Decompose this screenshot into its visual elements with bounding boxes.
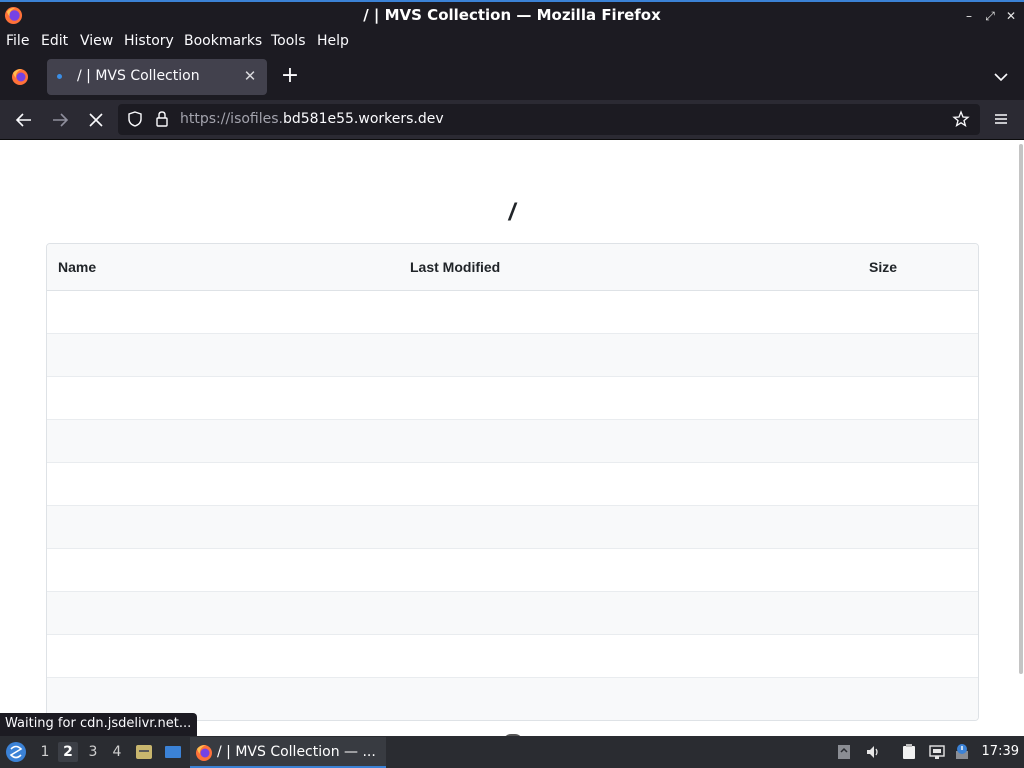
clipboard-tray-icon[interactable] xyxy=(835,743,853,761)
loading-favicon-icon xyxy=(57,74,62,79)
menu-file[interactable]: File xyxy=(6,33,29,49)
status-panel: Waiting for cdn.jsdelivr.net... xyxy=(0,713,198,736)
menu-help[interactable]: Help xyxy=(317,33,349,49)
start-menu-icon[interactable] xyxy=(4,740,28,764)
firefox-view-icon[interactable] xyxy=(10,67,30,87)
tab-strip: / | MVS Collection ✕ + xyxy=(0,54,1024,100)
table-row xyxy=(47,334,978,377)
page-title: / xyxy=(508,199,516,226)
network-icon[interactable] xyxy=(928,743,946,761)
column-header-size[interactable]: Size xyxy=(869,259,897,275)
volume-icon[interactable] xyxy=(864,743,882,761)
table-row xyxy=(47,506,978,549)
address-bar[interactable]: https://isofiles.bd581e55.workers.dev xyxy=(118,104,980,135)
window-title: / | MVS Collection — Mozilla Firefox xyxy=(363,6,661,24)
close-tab-icon[interactable]: ✕ xyxy=(241,67,259,85)
page-viewport: / Name Last Modified Size xyxy=(0,141,1024,736)
bookmark-star-icon[interactable] xyxy=(952,110,970,128)
column-header-last-modified[interactable]: Last Modified xyxy=(410,259,500,275)
window-titlebar: / | MVS Collection — Mozilla Firefox – ⤢… xyxy=(0,0,1024,29)
clock: 17:39 xyxy=(981,744,1019,759)
table-row xyxy=(47,420,978,463)
tracking-protection-shield-icon[interactable] xyxy=(126,110,144,128)
tab-mvs-collection[interactable]: / | MVS Collection ✕ xyxy=(47,59,267,95)
menu-edit[interactable]: Edit xyxy=(41,33,68,49)
table-row xyxy=(47,463,978,506)
menu-bookmarks[interactable]: Bookmarks xyxy=(184,33,262,49)
workspace-4[interactable]: 4 xyxy=(107,742,127,762)
menu-view[interactable]: View xyxy=(80,33,113,49)
minimize-button[interactable]: – xyxy=(960,7,978,25)
chevron-down-icon[interactable] xyxy=(992,68,1010,86)
workspace-2[interactable]: 2 xyxy=(58,742,78,762)
table-row xyxy=(47,549,978,592)
table-row xyxy=(47,377,978,420)
file-listing-table: Name Last Modified Size xyxy=(46,243,979,721)
taskbar-firefox-window[interactable]: / | MVS Collection — ... xyxy=(190,737,386,768)
table-row xyxy=(47,592,978,635)
menu-history[interactable]: History xyxy=(124,33,174,49)
table-header: Name Last Modified Size xyxy=(47,244,978,291)
workspace-1[interactable]: 1 xyxy=(35,742,55,762)
task-label: / | MVS Collection — ... xyxy=(217,744,376,760)
menu-tools[interactable]: Tools xyxy=(271,33,306,49)
column-header-name[interactable]: Name xyxy=(58,259,96,275)
desktop-icon[interactable] xyxy=(163,742,183,762)
workspace-3[interactable]: 3 xyxy=(83,742,103,762)
close-window-button[interactable]: ✕ xyxy=(1002,7,1020,25)
navigation-toolbar: https://isofiles.bd581e55.workers.dev xyxy=(0,100,1024,140)
table-row xyxy=(47,291,978,334)
firefox-icon xyxy=(196,745,212,761)
file-manager-icon[interactable] xyxy=(134,742,154,762)
lock-icon[interactable] xyxy=(154,110,170,128)
hamburger-menu-icon[interactable] xyxy=(992,110,1010,128)
new-tab-button[interactable]: + xyxy=(280,65,300,87)
table-row xyxy=(47,635,978,678)
back-arrow-icon[interactable] xyxy=(13,109,35,131)
table-body xyxy=(47,291,978,720)
maximize-button[interactable]: ⤢ xyxy=(981,7,999,25)
notes-tray-icon[interactable] xyxy=(900,743,918,761)
desktop-taskbar: 1 2 3 4 / | MVS Collection — ... 17:39 xyxy=(0,736,1024,768)
menu-bar: File Edit View History Bookmarks Tools H… xyxy=(0,29,1024,54)
url-prefix: https://isofiles. xyxy=(180,111,283,127)
url-text[interactable]: https://isofiles.bd581e55.workers.dev xyxy=(180,111,444,127)
tab-title: / | MVS Collection xyxy=(77,68,200,84)
stop-loading-icon[interactable] xyxy=(85,109,107,131)
url-domain: bd581e55.workers.dev xyxy=(283,111,444,127)
notification-icon[interactable] xyxy=(954,743,972,761)
forward-arrow-icon[interactable] xyxy=(49,109,71,131)
